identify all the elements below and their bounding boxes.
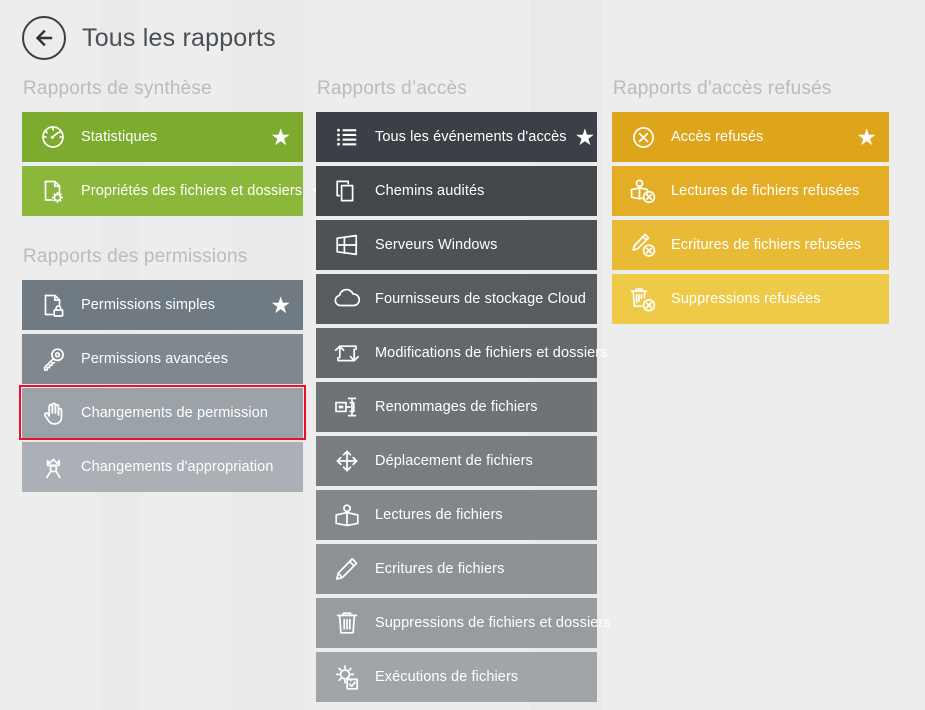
report-button-label: Modifications de fichiers et dossiers xyxy=(375,345,608,361)
report-button-label: Exécutions de fichiers xyxy=(375,669,519,685)
report-button[interactable]: Permissions simples ★ xyxy=(22,280,303,330)
favorite-star-icon[interactable]: ★ xyxy=(848,125,877,149)
group-synthese: Rapports de synthèse Statistiques ★ Proprié… xyxy=(22,78,331,216)
report-button-label: Changements de permission xyxy=(81,405,269,421)
key-icon xyxy=(36,343,70,375)
report-button[interactable]: Modifications de fichiers et dossiers xyxy=(316,328,607,378)
report-button[interactable]: Accès refusés ★ xyxy=(612,112,889,162)
group-acces-refuses: Rapports d'accès refusés Accès refusés ★ Le… xyxy=(612,78,891,324)
report-button-label: Fournisseurs de stockage Cloud xyxy=(375,291,586,307)
report-button[interactable]: Statistiques ★ xyxy=(22,112,303,162)
report-button[interactable]: Renommages de fichiers xyxy=(316,382,597,432)
report-button[interactable]: Déplacement de fichiers xyxy=(316,436,597,486)
report-button-label: Serveurs Windows xyxy=(375,237,498,253)
column-middle: Rapports d’accès Tous les événements d'ac… xyxy=(297,78,611,706)
cloud-icon xyxy=(330,283,364,315)
report-button[interactable]: Suppressions de fichiers et dossiers xyxy=(316,598,611,648)
back-arrow-icon xyxy=(31,25,57,51)
speedometer-icon xyxy=(36,121,70,153)
report-button[interactable]: Fournisseurs de stockage Cloud xyxy=(316,274,597,324)
trash-icon xyxy=(330,607,364,639)
modify-arrows-icon xyxy=(330,337,364,369)
report-button[interactable]: Serveurs Windows xyxy=(316,220,597,270)
write-denied-icon xyxy=(626,229,660,261)
report-button[interactable]: Ecritures de fichiers xyxy=(316,544,597,594)
report-button[interactable]: Suppressions refusées xyxy=(612,274,889,324)
favorite-star-icon[interactable]: ★ xyxy=(567,125,596,149)
report-button-label: Chemins audités xyxy=(375,183,485,199)
report-button-label: Suppressions refusées xyxy=(671,291,821,307)
report-button-label: Accès refusés xyxy=(671,129,764,145)
pencil-icon xyxy=(330,553,364,585)
page-title: Tous les rapports xyxy=(82,23,276,52)
report-button-label: Ecritures de fichiers refusées xyxy=(671,237,861,253)
report-button[interactable]: Tous les événements d'accès ★ xyxy=(316,112,597,162)
report-columns: Rapports de synthèse Statistiques ★ Proprié… xyxy=(0,78,925,706)
report-button[interactable]: Exécutions de fichiers xyxy=(316,652,597,702)
report-button[interactable]: Permissions avancées xyxy=(22,334,303,384)
report-button-label: Propriétés des fichiers et dossiers xyxy=(81,183,303,199)
copy-documents-icon xyxy=(330,175,364,207)
back-button[interactable] xyxy=(22,16,66,60)
group-permissions: Rapports des permissions Permissions simp… xyxy=(19,246,306,492)
report-button-label: Suppressions de fichiers et dossiers xyxy=(375,615,611,631)
group-title: Rapports d'accès refusés xyxy=(613,78,832,99)
gear-check-icon xyxy=(330,661,364,693)
open-book-icon xyxy=(330,499,364,531)
report-button-label: Renommages de fichiers xyxy=(375,399,538,415)
report-button-label: Changements d'appropriation xyxy=(81,459,274,475)
group-title: Rapports d’accès xyxy=(317,78,467,99)
report-button-label: Tous les événements d'accès xyxy=(375,129,567,145)
hand-icon xyxy=(36,397,70,429)
file-gear-icon xyxy=(36,175,70,207)
group-acces: Rapports d’accès Tous les événements d'ac… xyxy=(316,78,611,702)
rename-icon xyxy=(330,391,364,423)
report-button-label: Déplacement de fichiers xyxy=(375,453,533,469)
report-button[interactable]: Lectures de fichiers refusées xyxy=(612,166,889,216)
group-title: Rapports des permissions xyxy=(23,246,248,267)
report-button-label: Ecritures de fichiers xyxy=(375,561,505,577)
report-button[interactable]: Propriétés des fichiers et dossiers★ xyxy=(22,166,331,216)
report-button[interactable]: Lectures de fichiers xyxy=(316,490,597,540)
group-title: Rapports de synthèse xyxy=(23,78,212,99)
column-left: Rapports de synthèse Statistiques ★ Proprié… xyxy=(0,78,331,706)
report-button[interactable]: Chemins audités xyxy=(316,166,597,216)
report-button[interactable]: Changements d'appropriation xyxy=(22,442,303,492)
move-arrows-icon xyxy=(330,445,364,477)
file-lock-icon xyxy=(36,289,70,321)
delete-denied-icon xyxy=(626,283,660,315)
report-button-label: Lectures de fichiers xyxy=(375,507,503,523)
report-button[interactable]: Ecritures de fichiers refusées xyxy=(612,220,889,270)
column-right: Rapports d'accès refusés Accès refusés ★ Le… xyxy=(594,78,891,706)
report-button-label: Lectures de fichiers refusées xyxy=(671,183,860,199)
list-icon xyxy=(330,121,364,153)
favorite-star-icon[interactable]: ★ xyxy=(262,293,291,317)
favorite-star-icon[interactable]: ★ xyxy=(262,125,291,149)
report-button-label: Statistiques xyxy=(81,129,158,145)
crown-person-icon xyxy=(36,451,70,483)
report-button-label: Permissions simples xyxy=(81,297,216,313)
denied-circle-icon xyxy=(626,121,660,153)
windows-icon xyxy=(330,229,364,261)
page-header: Tous les rapports xyxy=(22,16,276,60)
report-button[interactable]: Changements de permission xyxy=(19,385,306,440)
read-denied-icon xyxy=(626,175,660,207)
report-button-label: Permissions avancées xyxy=(81,351,229,367)
